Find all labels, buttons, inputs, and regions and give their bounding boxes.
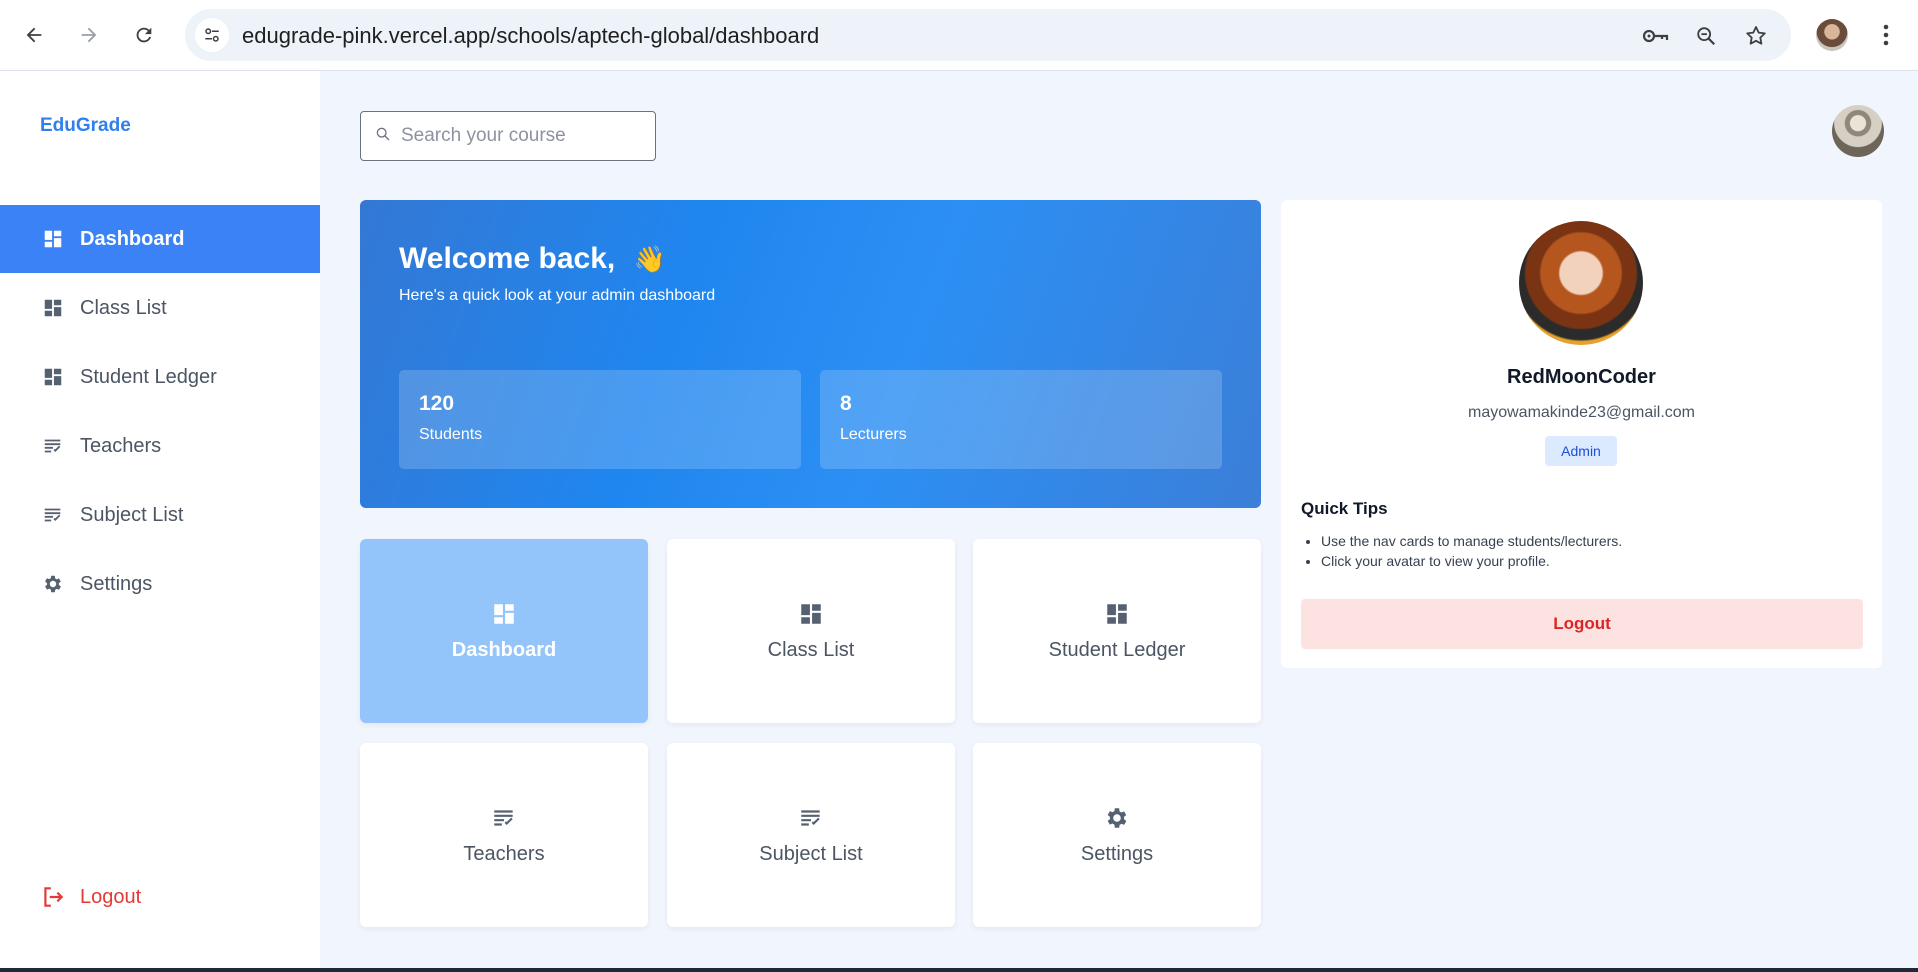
menu-kebab-icon[interactable] (1875, 18, 1897, 52)
zoom-icon[interactable] (1691, 21, 1721, 51)
list-check-icon (491, 805, 517, 831)
list-check-icon (42, 435, 64, 457)
user-avatar[interactable] (1832, 105, 1884, 157)
list-check-icon (798, 805, 824, 831)
bookmark-star-icon[interactable] (1741, 21, 1771, 51)
nav-card-label: Subject List (759, 842, 863, 865)
profile-email: mayowamakinde23@gmail.com (1468, 404, 1695, 421)
dashboard-icon (42, 366, 64, 388)
course-search[interactable] (360, 111, 656, 161)
sidebar-item-label: Subject List (80, 503, 184, 526)
profile-name: RedMoonCoder (1507, 366, 1656, 388)
profile-card: RedMoonCoder mayowamakinde23@gmail.com A… (1281, 200, 1882, 668)
nav-card-student-ledger[interactable]: Student Ledger (973, 539, 1261, 723)
dashboard-icon (42, 228, 64, 250)
tip-item: Use the nav cards to manage students/lec… (1321, 531, 1622, 551)
stat-card-students: 120 Students (399, 370, 801, 469)
profile-avatar-image[interactable] (1519, 221, 1643, 345)
password-key-icon[interactable] (1641, 21, 1671, 51)
role-badge: Admin (1545, 436, 1617, 466)
nav-card-subject-list[interactable]: Subject List (667, 743, 955, 927)
nav-card-label: Class List (767, 638, 855, 661)
tip-item: Click your avatar to view your profile. (1321, 551, 1622, 571)
sidebar-item-label: Teachers (80, 434, 162, 457)
sidebar-logout-button[interactable]: Logout (40, 884, 141, 910)
stat-value: 8 (840, 392, 852, 415)
sidebar-item-class-list[interactable]: Class List (0, 274, 320, 342)
nav-card-class-list[interactable]: Class List (667, 539, 955, 723)
stat-card-lecturers: 8 Lecturers (820, 370, 1222, 469)
sidebar-item-student-ledger[interactable]: Student Ledger (0, 343, 320, 411)
dashboard-icon (1104, 601, 1130, 627)
address-bar[interactable]: edugrade-pink.vercel.app/schools/aptech-… (185, 9, 1791, 61)
nav-card-label: Dashboard (451, 638, 557, 661)
reload-icon[interactable] (127, 18, 161, 52)
sidebar-item-label: Class List (80, 296, 167, 319)
search-icon (375, 126, 391, 147)
forward-icon[interactable] (72, 18, 106, 52)
nav-card-label: Teachers (463, 842, 545, 865)
welcome-banner: Welcome back, 👋 Here's a quick look at y… (360, 200, 1261, 508)
dashboard-icon (42, 297, 64, 319)
stat-value: 120 (419, 392, 455, 415)
profile-avatar[interactable] (1816, 19, 1848, 51)
quick-tips-list: Use the nav cards to manage students/lec… (1321, 531, 1622, 571)
wave-emoji: 👋 (633, 244, 666, 274)
dashboard-icon (798, 601, 824, 627)
sidebar: EduGrade Dashboard Class List Student Le… (0, 71, 320, 972)
sidebar-item-label: Student Ledger (80, 365, 217, 388)
welcome-subtitle: Here's a quick look at your admin dashbo… (399, 287, 716, 304)
sidebar-item-settings[interactable]: Settings (0, 550, 320, 618)
site-settings-icon[interactable] (195, 18, 229, 52)
profile-logout-button[interactable]: Logout (1301, 599, 1863, 649)
gear-icon (1104, 805, 1130, 831)
sidebar-item-teachers[interactable]: Teachers (0, 412, 320, 480)
dashboard-icon (491, 601, 517, 627)
nav-card-label: Settings (1080, 842, 1154, 865)
nav-card-teachers[interactable]: Teachers (360, 743, 648, 927)
gear-icon (42, 573, 64, 595)
nav-card-label: Student Ledger (1048, 638, 1186, 661)
list-check-icon (42, 504, 64, 526)
search-input[interactable] (401, 125, 641, 147)
sidebar-item-dashboard[interactable]: Dashboard (0, 205, 320, 273)
nav-card-dashboard[interactable]: Dashboard (360, 539, 648, 723)
brand-logo[interactable]: EduGrade (40, 115, 131, 137)
sidebar-item-label: Settings (80, 572, 153, 595)
bottom-edge (0, 968, 1918, 972)
sidebar-item-label: Dashboard (80, 227, 185, 250)
welcome-title: Welcome back, 👋 (399, 242, 666, 275)
sidebar-item-subject-list[interactable]: Subject List (0, 481, 320, 549)
stat-label: Lecturers (840, 426, 907, 443)
browser-toolbar: edugrade-pink.vercel.app/schools/aptech-… (0, 0, 1918, 71)
nav-card-settings[interactable]: Settings (973, 743, 1261, 927)
back-icon[interactable] (17, 18, 51, 52)
sidebar-logout-label: Logout (80, 885, 142, 908)
stat-label: Students (419, 426, 483, 443)
url-text[interactable]: edugrade-pink.vercel.app/schools/aptech-… (242, 23, 819, 49)
quick-tips-title: Quick Tips (1301, 499, 1388, 518)
logout-icon (40, 884, 66, 910)
